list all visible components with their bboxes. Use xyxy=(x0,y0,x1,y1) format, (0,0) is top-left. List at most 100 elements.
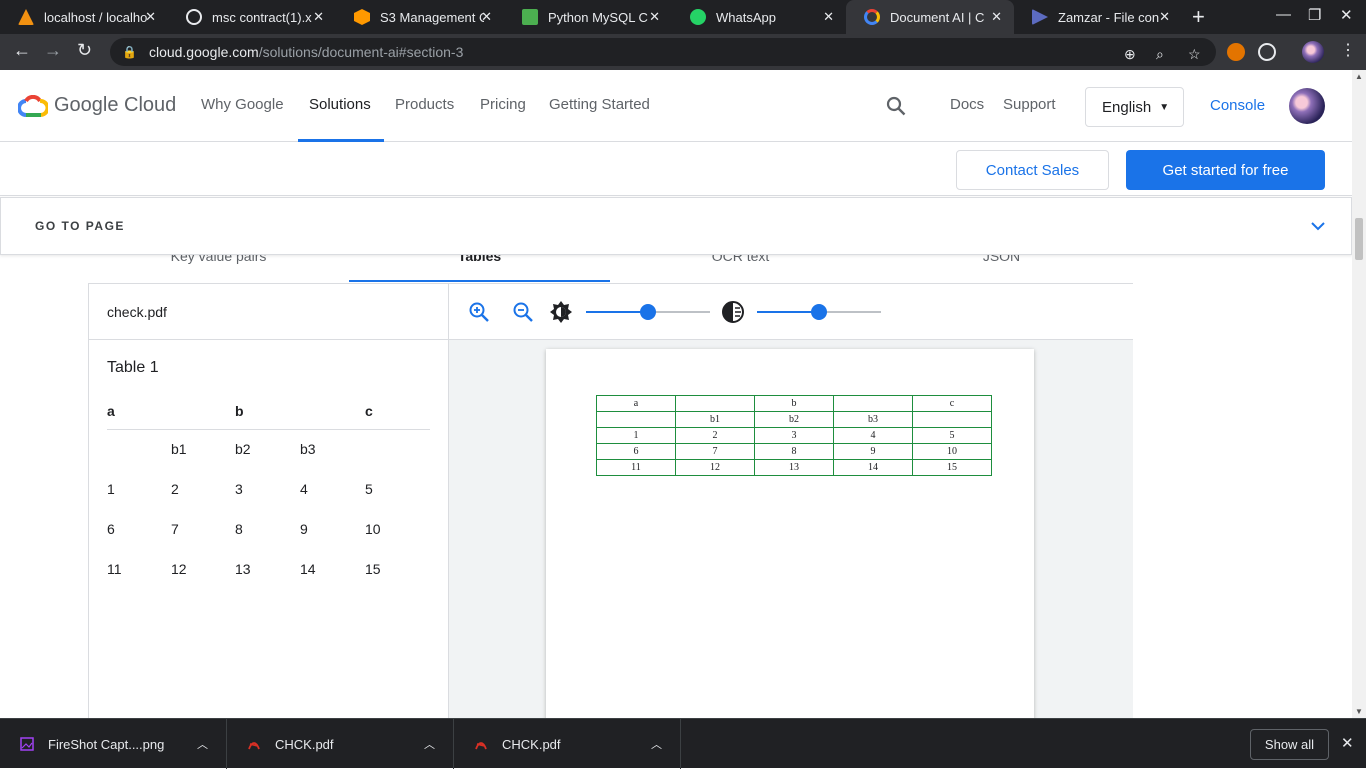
minimize-icon[interactable]: — xyxy=(1276,6,1291,23)
search-icon[interactable] xyxy=(886,96,906,116)
nav-solutions[interactable]: Solutions xyxy=(309,96,371,113)
url-bar[interactable]: 🔒 cloud.google.com/solutions/document-ai… xyxy=(110,38,1216,66)
go-to-page-bar[interactable]: GO TO PAGE xyxy=(0,197,1352,255)
get-started-button[interactable]: Get started for free xyxy=(1126,150,1325,190)
close-tab-icon[interactable]: ✕ xyxy=(991,9,1002,25)
table-header-row: a b c xyxy=(107,392,430,430)
pdf-table-cell: c xyxy=(912,395,992,412)
webpage: Google Cloud Why Google Solutions Produc… xyxy=(0,70,1352,718)
browser-tab-active[interactable]: Document AI | C ✕ xyxy=(846,0,1014,34)
language-select[interactable]: English ▼ xyxy=(1085,87,1184,127)
chevron-up-icon[interactable]: ︿ xyxy=(197,736,208,752)
reload-icon[interactable]: ↻ xyxy=(77,40,92,61)
menu-icon[interactable]: ⋮ xyxy=(1340,40,1356,60)
close-tab-icon[interactable]: ✕ xyxy=(823,9,834,25)
brightness-slider-knob[interactable] xyxy=(640,304,656,320)
contrast-slider-knob[interactable] xyxy=(811,304,827,320)
brightness-slider[interactable] xyxy=(586,304,710,320)
nav-support[interactable]: Support xyxy=(1003,96,1056,113)
browser-tab[interactable]: S3 Management C ✕ xyxy=(336,0,504,34)
download-item[interactable]: CHCK.pdf ︿ xyxy=(227,719,454,769)
close-window-icon[interactable]: ✕ xyxy=(1340,6,1353,24)
show-all-downloads-button[interactable]: Show all xyxy=(1250,729,1329,760)
profile-avatar[interactable] xyxy=(1302,41,1324,63)
pdf-table-cell: 6 xyxy=(596,443,676,460)
new-tab-button[interactable]: + xyxy=(1192,4,1205,30)
table-cell: 7 xyxy=(171,521,179,537)
extension-icon[interactable] xyxy=(1227,43,1245,61)
table-cell: 2 xyxy=(171,481,179,497)
bookmark-star-icon[interactable]: ☆ xyxy=(1188,46,1201,63)
nav-pricing[interactable]: Pricing xyxy=(480,96,526,113)
brightness-icon xyxy=(550,301,572,323)
table-header-cell: c xyxy=(365,403,373,419)
zoom-in-icon[interactable] xyxy=(468,301,490,323)
active-tab-indicator xyxy=(349,280,610,282)
chevron-down-icon[interactable] xyxy=(1311,218,1325,234)
download-item[interactable]: FireShot Capt....png ︿ xyxy=(0,719,227,769)
close-tab-icon[interactable]: ✕ xyxy=(313,9,324,25)
browser-tab[interactable]: WhatsApp ✕ xyxy=(672,0,846,34)
chevron-up-icon[interactable]: ︿ xyxy=(424,736,435,752)
browser-tab[interactable]: localhost / localho ✕ xyxy=(0,0,168,34)
pdf-table-cell xyxy=(833,395,913,412)
browser-tab[interactable]: msc contract(1).x ✕ xyxy=(168,0,336,34)
browser-tab[interactable]: Zamzar - File con ✕ xyxy=(1014,0,1182,34)
google-cloud-logo[interactable]: Google Cloud xyxy=(18,94,176,117)
pdf-table-cell: 7 xyxy=(675,443,755,460)
table-cell: 5 xyxy=(365,481,373,497)
console-link[interactable]: Console xyxy=(1210,97,1265,114)
nav-products[interactable]: Products xyxy=(395,96,454,113)
zamzar-icon xyxy=(1032,9,1048,25)
file-name: check.pdf xyxy=(89,284,449,340)
contrast-slider[interactable] xyxy=(757,304,881,320)
google-cloud-icon xyxy=(864,9,880,25)
pdf-table-cell: 10 xyxy=(912,443,992,460)
close-tab-icon[interactable]: ✕ xyxy=(1159,9,1170,25)
table-row: b1 b2 b3 xyxy=(107,430,430,470)
aws-icon xyxy=(354,9,370,25)
pdf-page-preview: a b c b1 b2 b3 1 2 3 4 5 6 7 8 9 10 11 1… xyxy=(546,349,1034,718)
zoom-icon[interactable]: ⌕ xyxy=(1156,46,1164,63)
pdf-table-row: 11 12 13 14 15 xyxy=(596,459,992,476)
close-shelf-icon[interactable]: ✕ xyxy=(1341,734,1354,752)
contrast-icon xyxy=(722,301,744,323)
pdf-table-cell: 5 xyxy=(912,427,992,444)
table-header-cell: a xyxy=(107,403,115,419)
table-row: 6 7 8 9 10 xyxy=(107,510,430,550)
zoom-out-icon[interactable] xyxy=(512,301,534,323)
nav-why-google[interactable]: Why Google xyxy=(201,96,284,113)
table-cell: 15 xyxy=(365,561,381,577)
pdf-table-cell: b xyxy=(754,395,834,412)
close-tab-icon[interactable]: ✕ xyxy=(649,9,660,25)
close-tab-icon[interactable]: ✕ xyxy=(481,9,492,25)
react-devtools-icon[interactable] xyxy=(1258,43,1276,61)
nav-docs[interactable]: Docs xyxy=(950,96,984,113)
extracted-tables-pane: check.pdf Table 1 a b c b1 b2 b3 1 2 3 4… xyxy=(89,284,449,718)
table-cell: 6 xyxy=(107,521,115,537)
table-cell: 8 xyxy=(235,521,243,537)
scroll-down-icon[interactable]: ▼ xyxy=(1355,707,1363,716)
install-icon[interactable]: ⊕ xyxy=(1124,46,1136,63)
back-icon[interactable]: ← xyxy=(13,40,31,61)
browser-tab[interactable]: Python MySQL C ✕ xyxy=(504,0,672,34)
browser-tab-bar: localhost / localho ✕ msc contract(1).x … xyxy=(0,0,1366,34)
scrollbar-thumb[interactable] xyxy=(1355,218,1363,260)
download-item[interactable]: CHCK.pdf ︿ xyxy=(454,719,681,769)
pdf-table: a b c b1 b2 b3 1 2 3 4 5 6 7 8 9 10 11 1… xyxy=(596,395,992,476)
chevron-up-icon[interactable]: ︿ xyxy=(651,736,662,752)
scroll-up-icon[interactable]: ▲ xyxy=(1355,72,1363,81)
phpmyadmin-icon xyxy=(18,9,34,25)
dropdown-caret-icon: ▼ xyxy=(1159,101,1170,113)
forward-icon[interactable]: → xyxy=(44,40,62,61)
nav-getting-started[interactable]: Getting Started xyxy=(549,96,650,113)
contact-sales-button[interactable]: Contact Sales xyxy=(956,150,1109,190)
maximize-icon[interactable]: ❐ xyxy=(1308,6,1321,24)
pdf-table-row: a b c xyxy=(596,395,992,412)
user-avatar[interactable] xyxy=(1289,88,1325,124)
table-cell: 9 xyxy=(300,521,308,537)
image-file-icon xyxy=(20,737,34,751)
pdf-table-row: 6 7 8 9 10 xyxy=(596,443,992,460)
close-tab-icon[interactable]: ✕ xyxy=(145,9,156,25)
page-scrollbar[interactable]: ▲ ▼ xyxy=(1352,70,1366,718)
